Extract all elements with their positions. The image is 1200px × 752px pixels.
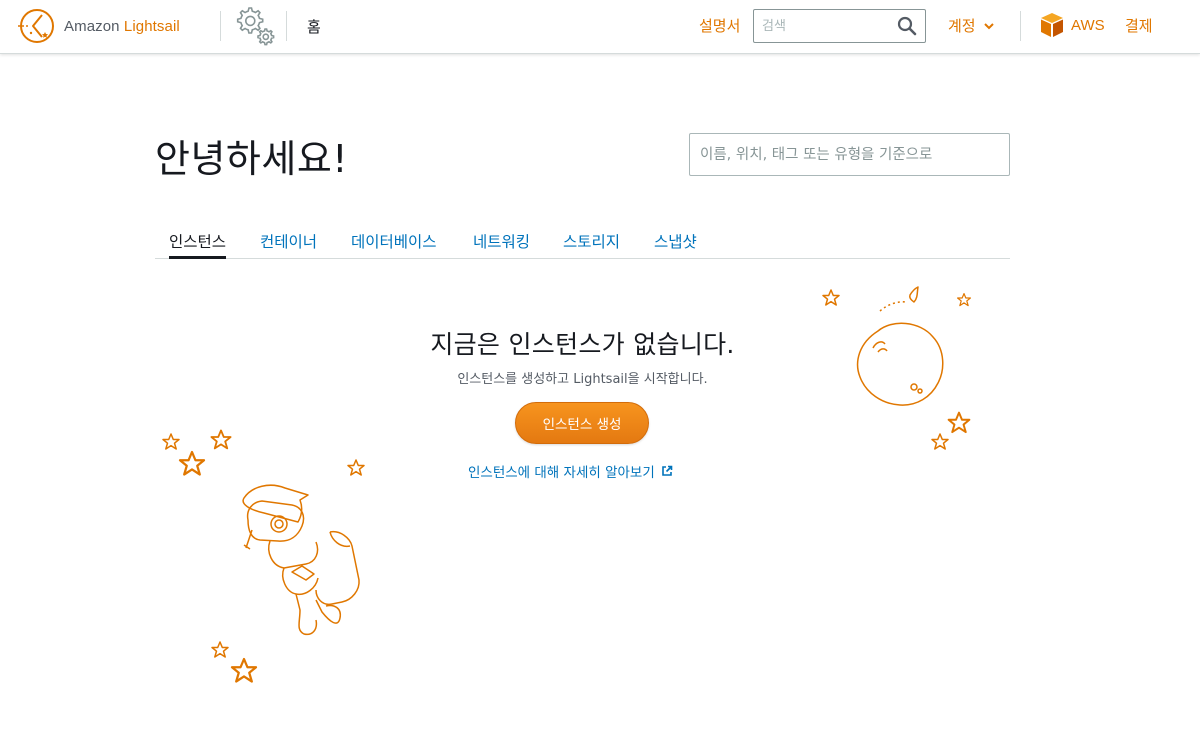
settings-gears-icon (236, 7, 275, 46)
divider (286, 11, 287, 41)
star-icon (210, 429, 232, 450)
learn-more-link[interactable]: 인스턴스에 대해 자세히 알아보기 (468, 461, 673, 481)
divider (220, 11, 221, 41)
tab-snapshots[interactable]: 스냅샷 (654, 230, 697, 252)
external-link-icon (661, 465, 673, 476)
tab-instances[interactable]: 인스턴스 (169, 230, 227, 259)
empty-state-title: 지금은 인스턴스가 없습니다. (430, 330, 735, 359)
divider (1020, 11, 1021, 41)
star-icon (347, 459, 365, 476)
star-icon (230, 657, 258, 683)
star-icon (822, 289, 840, 306)
logo-text: Amazon Lightsail (64, 18, 180, 35)
star-icon (947, 411, 971, 434)
star-icon (162, 433, 180, 450)
tab-databases[interactable]: 데이터베이스 (351, 230, 437, 252)
aws-label: AWS (1071, 16, 1105, 34)
docs-link[interactable]: 설명서 (699, 15, 740, 36)
tab-networking[interactable]: 네트워킹 (473, 230, 530, 252)
breadcrumb-home[interactable]: 홈 (307, 16, 321, 37)
search-box (753, 9, 926, 43)
aws-console-link[interactable]: AWS (1040, 12, 1105, 38)
star-icon (931, 433, 949, 450)
star-icon (956, 293, 972, 307)
top-navigation-bar: Amazon Lightsail 홈 설명서 계정 (0, 0, 1200, 54)
star-icon (211, 641, 229, 658)
logo-brand: Lightsail (123, 17, 180, 35)
resource-filter-input[interactable] (690, 134, 1009, 175)
resource-tabs: 인스턴스 컨테이너 데이터베이스 네트워킹 스토리지 스냅샷 (155, 224, 1010, 259)
billing-link[interactable]: 결제 (1125, 15, 1153, 36)
tab-storage[interactable]: 스토리지 (563, 230, 620, 252)
lightsail-logo[interactable]: Amazon Lightsail (16, 7, 180, 45)
aws-box-icon (1041, 13, 1063, 37)
page-title: 안녕하세요! (155, 137, 349, 181)
tab-containers[interactable]: 컨테이너 (260, 230, 317, 252)
filter-box (689, 133, 1010, 176)
search-input[interactable] (754, 10, 894, 42)
settings-button[interactable] (231, 4, 277, 48)
lightsail-logo-icon (18, 9, 54, 43)
account-menu[interactable]: 계정 (948, 15, 994, 36)
create-instance-button[interactable]: 인스턴스 생성 (515, 402, 649, 444)
robot-icon (242, 484, 360, 636)
star-icon (178, 450, 206, 476)
account-label: 계정 (948, 17, 976, 35)
chevron-down-icon (983, 22, 994, 29)
search-icon[interactable] (897, 16, 917, 36)
logo-prefix: Amazon (64, 17, 124, 35)
learn-more-label: 인스턴스에 대해 자세히 알아보기 (468, 465, 655, 481)
empty-state-subtitle: 인스턴스를 생성하고 Lightsail을 시작합니다. (457, 372, 708, 387)
